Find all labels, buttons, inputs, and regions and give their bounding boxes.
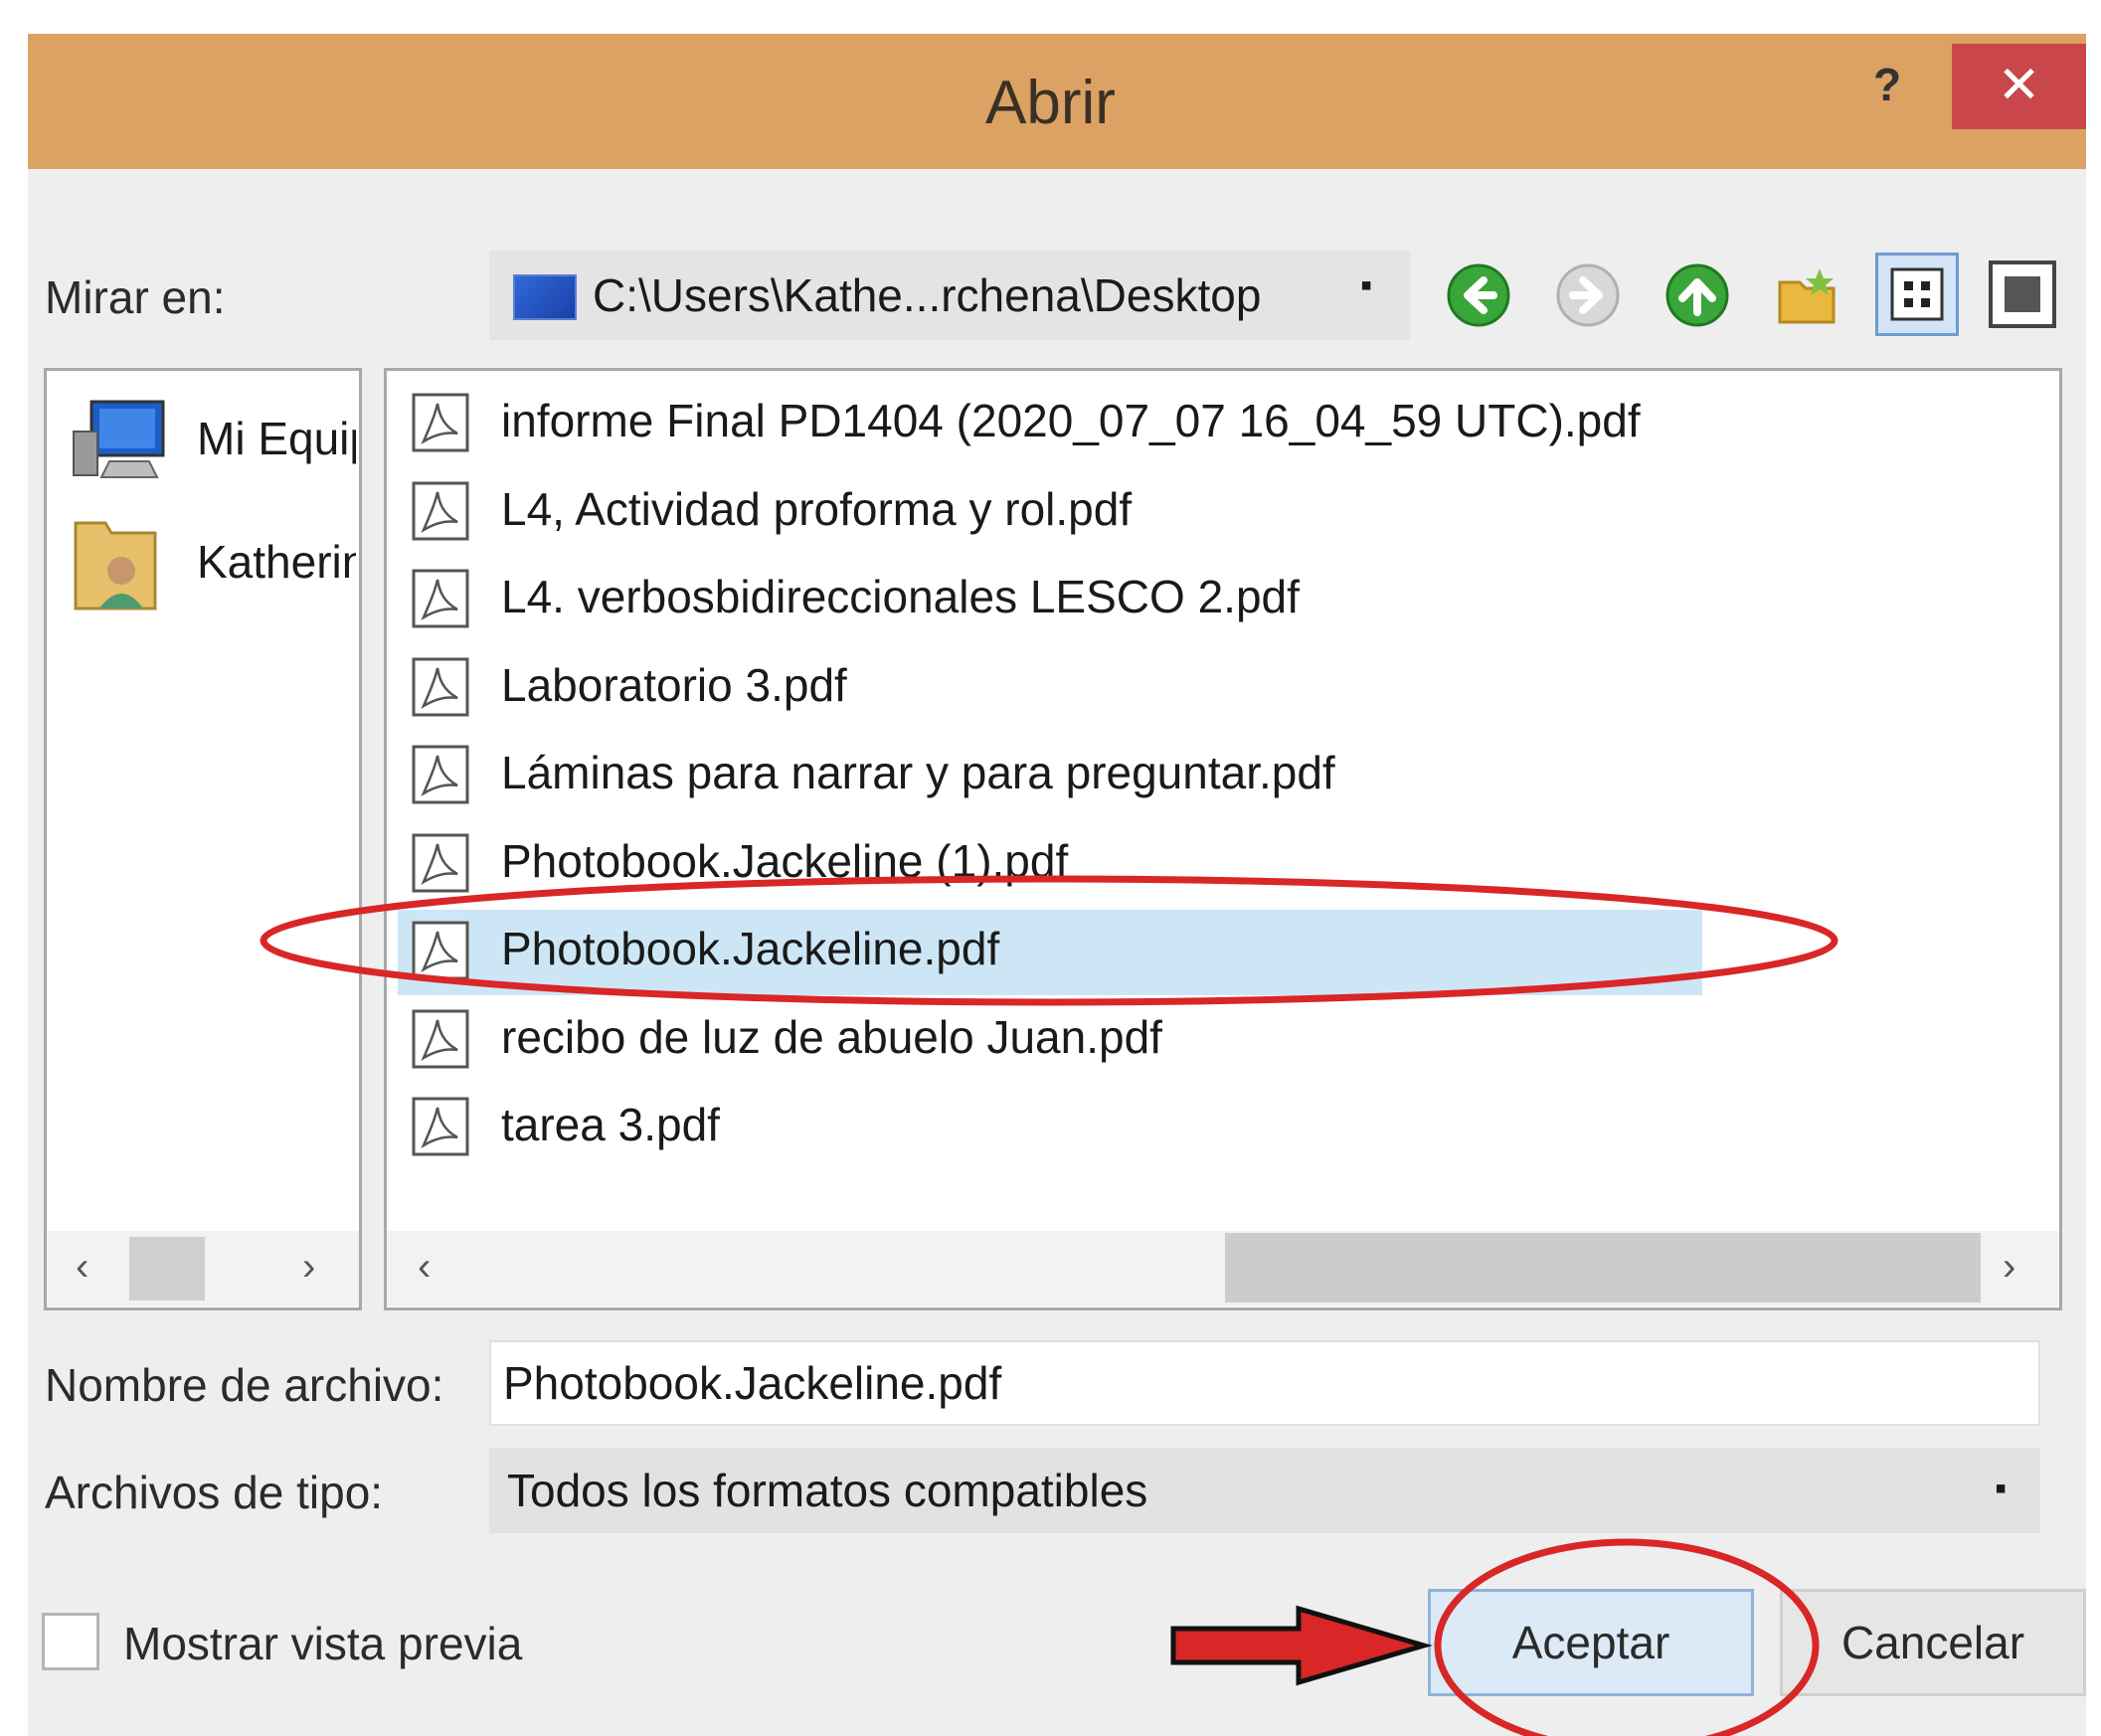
- show-preview-label: Mostrar vista previa: [123, 1618, 523, 1669]
- pdf-file-icon: [410, 1096, 471, 1157]
- dropdown-arrow-icon[interactable]: ▪: [1995, 1470, 2007, 1508]
- file-row[interactable]: Photobook.Jackeline.pdf: [398, 910, 1702, 995]
- file-row[interactable]: Laboratorio 3.pdf: [398, 646, 1702, 732]
- pdf-file-icon: [410, 1008, 471, 1070]
- close-button[interactable]: ✕: [1952, 44, 2086, 129]
- file-row[interactable]: Láminas para narrar y para preguntar.pdf: [398, 734, 1702, 819]
- scroll-right-icon[interactable]: ›: [2003, 1245, 2015, 1290]
- filetype-label: Archivos de tipo:: [45, 1467, 384, 1518]
- file-name: tarea 3.pdf: [501, 1099, 720, 1150]
- pdf-file-icon: [410, 656, 471, 718]
- desktop-icon: [513, 274, 577, 320]
- pdf-file-icon: [410, 920, 471, 981]
- up-folder-icon[interactable]: [1663, 260, 1732, 330]
- file-name: Photobook.Jackeline (1).pdf: [501, 834, 1069, 887]
- look-in-path: C:\Users\Kathe...rchena\Desktop: [593, 269, 1262, 321]
- nav-item-my-computer[interactable]: Mi Equipo: [197, 412, 356, 465]
- cancel-button[interactable]: Cancelar: [1780, 1589, 2086, 1696]
- file-name: Laboratorio 3.pdf: [501, 658, 847, 711]
- filename-input[interactable]: [489, 1340, 2040, 1426]
- new-folder-icon[interactable]: [1774, 260, 1843, 330]
- file-name: informe Final PD1404 (2020_07_07 16_04_5…: [501, 395, 1641, 446]
- nav-item-user[interactable]: Katherine: [197, 535, 356, 589]
- pdf-file-icon: [410, 744, 471, 805]
- computer-icon[interactable]: [70, 396, 169, 485]
- filetype-value: Todos los formatos compatibles: [507, 1465, 1148, 1516]
- file-row[interactable]: L4. verbosbidireccionales LESCO 2.pdf: [398, 558, 1702, 643]
- scroll-left-icon[interactable]: ‹: [418, 1245, 431, 1290]
- file-name: L4, Actividad proforma y rol.pdf: [501, 482, 1133, 535]
- pdf-file-icon: [410, 568, 471, 629]
- file-row[interactable]: L4, Actividad proforma y rol.pdf: [398, 470, 1702, 556]
- show-preview-checkbox[interactable]: [42, 1613, 99, 1670]
- file-name: Photobook.Jackeline.pdf: [501, 923, 1000, 974]
- file-name: recibo de luz de abuelo Juan.pdf: [501, 1010, 1162, 1063]
- file-name: L4. verbosbidireccionales LESCO 2.pdf: [501, 571, 1300, 622]
- help-button[interactable]: ?: [1857, 58, 1917, 117]
- pdf-file-icon: [410, 832, 471, 894]
- filename-label: Nombre de archivo:: [45, 1359, 444, 1411]
- pdf-file-icon: [410, 480, 471, 542]
- pdf-file-icon: [410, 392, 471, 453]
- forward-icon[interactable]: [1553, 260, 1623, 330]
- view-grid-icon[interactable]: [1875, 253, 1959, 336]
- look-in-label: Mirar en:: [45, 271, 226, 323]
- file-name: Láminas para narrar y para preguntar.pdf: [501, 747, 1335, 798]
- nav-scroll-thumb[interactable]: [129, 1237, 205, 1301]
- scroll-left-icon[interactable]: ‹: [76, 1245, 88, 1290]
- dropdown-arrow-icon[interactable]: ▪: [1360, 266, 1372, 305]
- back-icon[interactable]: [1444, 260, 1513, 330]
- scroll-right-icon[interactable]: ›: [302, 1245, 315, 1290]
- file-row[interactable]: informe Final PD1404 (2020_07_07 16_04_5…: [398, 382, 1702, 467]
- accept-button[interactable]: Aceptar: [1428, 1589, 1754, 1696]
- file-scroll-thumb[interactable]: [1225, 1233, 1981, 1302]
- file-row[interactable]: Photobook.Jackeline (1).pdf: [398, 822, 1702, 908]
- file-row[interactable]: recibo de luz de abuelo Juan.pdf: [398, 998, 1702, 1084]
- user-folder-icon[interactable]: [72, 509, 161, 618]
- file-row[interactable]: tarea 3.pdf: [398, 1086, 1702, 1171]
- preview-pane-icon[interactable]: [1985, 257, 2060, 332]
- dialog-title: Abrir: [985, 69, 1116, 137]
